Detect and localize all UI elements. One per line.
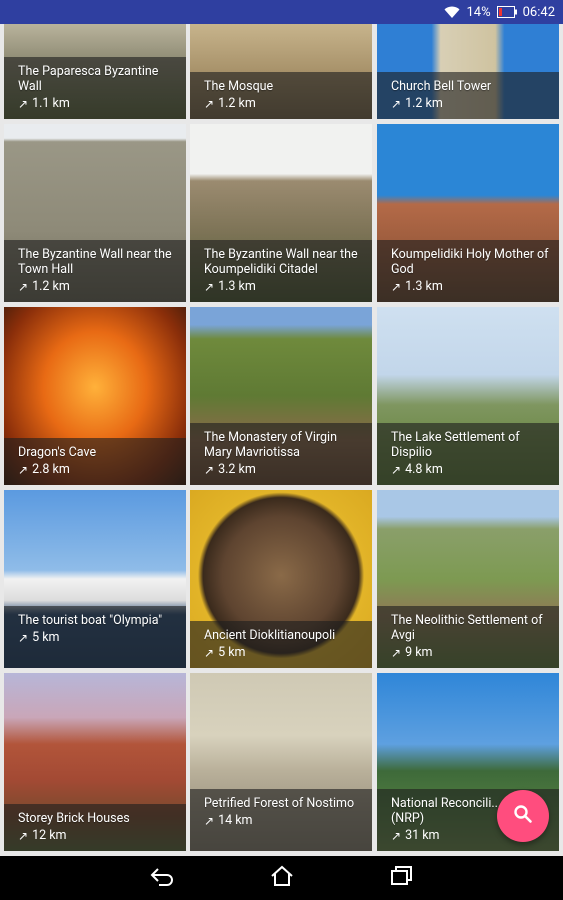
place-title: The Byzantine Wall near the Koumpelidiki… <box>204 247 358 277</box>
place-title: Ancient Dioklitianoupoli <box>204 628 336 643</box>
distance-arrow-icon: ↗ <box>391 646 402 660</box>
place-distance: 12 km <box>32 828 67 843</box>
place-title: The Lake Settlement of Dispilio <box>391 430 520 460</box>
distance-arrow-icon: ↗ <box>204 97 215 111</box>
place-title: Storey Brick Houses <box>18 811 130 826</box>
wifi-icon <box>444 6 460 19</box>
home-icon <box>270 865 294 891</box>
place-tile[interactable]: The Neolithic Settlement of Avgi ↗ 9 km <box>377 490 559 668</box>
place-distance: 2.8 km <box>32 462 70 477</box>
place-distance: 1.1 km <box>32 96 70 111</box>
place-distance: 5 km <box>32 630 60 645</box>
place-tile[interactable]: The Monastery of Virgin Mary Mavriotissa… <box>190 307 372 485</box>
distance-arrow-icon: ↗ <box>18 463 29 477</box>
place-distance: 4.8 km <box>405 462 443 477</box>
back-icon <box>149 866 175 890</box>
place-distance: 1.2 km <box>218 96 256 111</box>
distance-arrow-icon: ↗ <box>18 829 29 843</box>
place-distance: 1.3 km <box>218 279 256 294</box>
distance-arrow-icon: ↗ <box>204 814 215 828</box>
battery-icon <box>496 6 517 18</box>
place-title: The Neolithic Settlement of Avgi <box>391 613 543 643</box>
search-fab-button[interactable] <box>497 790 549 842</box>
system-nav-bar <box>0 856 563 900</box>
back-button[interactable] <box>142 858 182 898</box>
distance-arrow-icon: ↗ <box>204 280 215 294</box>
place-distance: 14 km <box>218 813 253 828</box>
place-title: Dragon's Cave <box>18 445 97 460</box>
place-distance: 1.3 km <box>405 279 443 294</box>
recent-apps-button[interactable] <box>382 858 422 898</box>
clock: 06:42 <box>522 4 555 20</box>
place-tile[interactable]: The Byzantine Wall near the Town Hall ↗ 1… <box>4 124 186 302</box>
distance-arrow-icon: ↗ <box>391 97 402 111</box>
home-button[interactable] <box>262 858 302 898</box>
place-tile[interactable]: The Lake Settlement of Dispilio ↗ 4.8 km <box>377 307 559 485</box>
distance-arrow-icon: ↗ <box>204 463 215 477</box>
place-tile[interactable]: Koumpelidiki Holy Mother of God ↗ 1.3 km <box>377 124 559 302</box>
distance-arrow-icon: ↗ <box>18 280 29 294</box>
place-tile[interactable]: Storey Brick Houses ↗ 12 km <box>4 673 186 851</box>
place-distance: 31 km <box>405 828 440 843</box>
place-distance: 9 km <box>405 645 433 660</box>
place-tile[interactable]: The tourist boat "Olympia" ↗ 5 km <box>4 490 186 668</box>
place-title: The Mosque <box>204 79 274 94</box>
place-tile[interactable]: Ancient Dioklitianoupoli ↗ 5 km <box>190 490 372 668</box>
battery-percent: 14% <box>466 4 491 20</box>
place-tile[interactable]: Petrified Forest of Nostimo ↗ 14 km <box>190 673 372 851</box>
place-tile[interactable]: Church Bell Tower ↗ 1.2 km <box>377 24 559 119</box>
distance-arrow-icon: ↗ <box>391 463 402 477</box>
place-distance: 1.2 km <box>32 279 70 294</box>
place-distance: 1.2 km <box>405 96 443 111</box>
place-title: Koumpelidiki Holy Mother of God <box>391 247 549 277</box>
place-tile[interactable]: Dragon's Cave ↗ 2.8 km <box>4 307 186 485</box>
status-bar: 14% 06:42 <box>0 0 563 24</box>
distance-arrow-icon: ↗ <box>391 280 402 294</box>
place-distance: 3.2 km <box>218 462 256 477</box>
place-title: Petrified Forest of Nostimo <box>204 796 355 811</box>
place-tile[interactable]: The Byzantine Wall near the Koumpelidiki… <box>190 124 372 302</box>
place-tile[interactable]: The Mosque ↗ 1.2 km <box>190 24 372 119</box>
place-title: The tourist boat "Olympia" <box>18 613 163 628</box>
distance-arrow-icon: ↗ <box>18 631 29 645</box>
distance-arrow-icon: ↗ <box>204 646 215 660</box>
distance-arrow-icon: ↗ <box>391 829 402 843</box>
place-title: The Monastery of Virgin Mary Mavriotissa <box>204 430 338 460</box>
place-title: The Byzantine Wall near the Town Hall <box>18 247 172 277</box>
recent-apps-icon <box>390 865 414 891</box>
place-title: Church Bell Tower <box>391 79 492 94</box>
distance-arrow-icon: ↗ <box>18 97 29 111</box>
place-title: The Paparesca Byzantine Wall <box>18 64 159 94</box>
place-distance: 5 km <box>218 645 246 660</box>
places-grid: The Paparesca Byzantine Wall ↗ 1.1 km The… <box>0 24 563 852</box>
search-icon <box>513 804 533 828</box>
place-tile[interactable]: The Paparesca Byzantine Wall ↗ 1.1 km <box>4 24 186 119</box>
